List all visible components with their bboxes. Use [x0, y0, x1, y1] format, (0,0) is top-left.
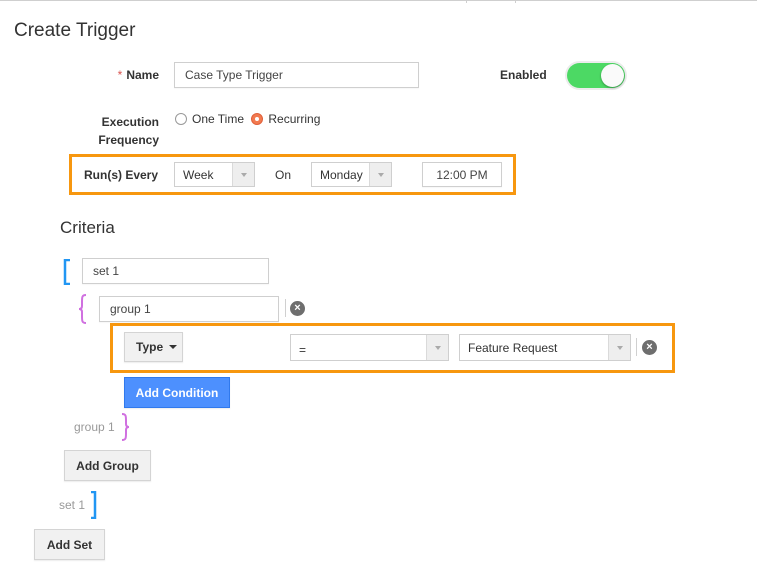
- add-condition-button[interactable]: Add Condition: [124, 377, 230, 408]
- condition-value-select[interactable]: Feature Request: [459, 334, 631, 361]
- interval-select-value: Week: [183, 167, 214, 182]
- chevron-down-icon[interactable]: [426, 335, 448, 360]
- separator: [285, 299, 286, 317]
- day-select[interactable]: Monday: [311, 162, 392, 187]
- name-label-text: Name: [126, 68, 159, 82]
- group-close-label: group 1: [74, 420, 115, 434]
- condition-value-text: Feature Request: [468, 340, 558, 355]
- add-group-button[interactable]: Add Group: [64, 450, 151, 481]
- day-select-value: Monday: [320, 167, 363, 182]
- radio-recurring[interactable]: Recurring: [251, 112, 320, 126]
- radio-button-selected[interactable]: [251, 113, 264, 125]
- execution-frequency-label-line1: Execution: [101, 115, 159, 129]
- group-close-brace-icon: [121, 413, 130, 441]
- group-open-brace-icon: [78, 294, 87, 324]
- set-name-value: set 1: [93, 264, 120, 278]
- remove-group-icon[interactable]: ×: [290, 301, 305, 316]
- condition-operator-value: =: [299, 342, 307, 357]
- condition-field-dropdown[interactable]: Type: [124, 332, 183, 362]
- caret-down-icon: [169, 345, 178, 349]
- radio-recurring-label: Recurring: [268, 112, 321, 126]
- divider-tick: [515, 0, 516, 3]
- group-name-input[interactable]: group 1: [99, 296, 279, 322]
- time-input[interactable]: 12:00 PM: [422, 162, 502, 187]
- condition-field-value: Type: [136, 340, 164, 354]
- time-input-value: 12:00 PM: [436, 167, 488, 182]
- separator: [636, 338, 637, 356]
- radio-button[interactable]: [175, 113, 187, 125]
- group-name-value: group 1: [110, 302, 151, 316]
- name-input[interactable]: Case Type Trigger: [174, 62, 419, 88]
- remove-condition-icon[interactable]: ×: [642, 340, 657, 355]
- on-label: On: [275, 168, 292, 182]
- toggle-knob: [601, 64, 624, 87]
- required-mark: *: [117, 68, 123, 82]
- interval-select[interactable]: Week: [174, 162, 255, 187]
- divider-tick: [466, 0, 467, 3]
- radio-one-time-label: One Time: [192, 112, 245, 126]
- set-close-bracket-icon: [91, 491, 97, 519]
- set-name-input[interactable]: set 1: [82, 258, 269, 284]
- chevron-down-icon[interactable]: [369, 163, 391, 186]
- condition-operator-select[interactable]: =: [290, 334, 449, 361]
- set-close-label: set 1: [59, 498, 86, 512]
- enabled-label: Enabled: [500, 68, 547, 82]
- runs-every-label: Run(s) Every: [84, 168, 159, 182]
- execution-frequency-radio-group: One Time Recurring: [175, 112, 324, 126]
- set-open-bracket-icon: [63, 259, 70, 285]
- execution-frequency-label-line2: Frequency: [98, 133, 159, 147]
- name-label: * Name: [100, 68, 159, 82]
- name-input-value: Case Type Trigger: [185, 68, 283, 82]
- execution-frequency-label: Execution Frequency: [90, 113, 159, 149]
- page-title: Create Trigger: [14, 20, 136, 41]
- enabled-toggle[interactable]: [567, 63, 625, 88]
- add-set-button[interactable]: Add Set: [34, 529, 105, 560]
- chevron-down-icon[interactable]: [232, 163, 254, 186]
- criteria-heading: Criteria: [60, 218, 115, 237]
- chevron-down-icon[interactable]: [608, 335, 630, 360]
- radio-one-time[interactable]: One Time: [175, 112, 244, 126]
- top-divider: [0, 0, 757, 3]
